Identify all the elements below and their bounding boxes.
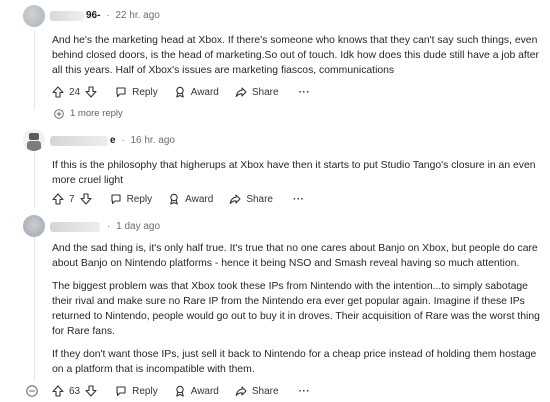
award-button[interactable]: Award	[168, 381, 225, 401]
share-icon	[235, 385, 247, 397]
more-options-icon: ···	[298, 385, 311, 397]
reply-icon	[110, 193, 122, 205]
upvote-icon[interactable]	[52, 193, 64, 205]
share-icon	[235, 86, 247, 98]
award-icon	[174, 86, 186, 98]
reply-icon	[115, 385, 127, 397]
downvote-icon[interactable]	[85, 385, 97, 397]
downvote-icon[interactable]	[85, 86, 97, 98]
comment: · 1 day ago And the sad thing is, it's o…	[0, 213, 550, 402]
meta-separator: ·	[106, 10, 110, 21]
reply-icon	[115, 86, 127, 98]
more-replies-label: 1 more reply	[70, 108, 123, 119]
more-replies-link[interactable]: 1 more reply	[54, 108, 123, 119]
reply-button[interactable]: Reply	[109, 82, 164, 102]
avatar[interactable]	[23, 215, 45, 237]
award-icon	[168, 193, 180, 205]
share-label: Share	[251, 385, 279, 397]
comment: e · 16 hr. ago If this is the philosophy…	[0, 126, 550, 216]
collapse-minus-icon	[26, 385, 38, 397]
share-button[interactable]: Share	[229, 381, 285, 401]
avatar[interactable]	[23, 129, 45, 151]
comment-body: And the sad thing is, it's only half tru…	[52, 241, 540, 385]
reply-label: Reply	[126, 193, 153, 205]
share-button[interactable]: Share	[223, 189, 279, 209]
award-icon	[174, 385, 186, 397]
collapse-thread-button[interactable]	[26, 381, 44, 401]
more-options-button[interactable]: ···	[287, 189, 311, 209]
award-label: Award	[185, 193, 214, 205]
share-label: Share	[246, 193, 273, 205]
vote-group: 63	[46, 381, 103, 401]
award-button[interactable]: Award	[162, 189, 219, 209]
vote-count: 7	[69, 193, 75, 205]
comment-actions: 24 Reply Award Share ···	[46, 82, 316, 102]
comment-paragraph: The biggest problem was that Xbox took t…	[52, 281, 540, 337]
comment: 96- · 22 hr. ago And he's the marketing …	[0, 0, 550, 119]
username-suffix[interactable]: 96-	[86, 10, 100, 21]
username-blurred[interactable]	[50, 11, 84, 21]
reply-label: Reply	[132, 86, 158, 98]
avatar[interactable]	[23, 5, 45, 27]
expand-plus-icon	[54, 108, 64, 119]
share-label: Share	[251, 86, 279, 98]
meta-separator: ·	[121, 135, 125, 146]
timestamp[interactable]: 16 hr. ago	[130, 135, 174, 146]
share-button[interactable]: Share	[229, 82, 285, 102]
reply-label: Reply	[132, 385, 158, 397]
vote-group: 7	[46, 189, 98, 209]
more-options-icon: ···	[298, 86, 311, 98]
vote-count: 63	[69, 385, 81, 397]
vote-group: 24	[46, 82, 103, 102]
more-options-icon: ···	[293, 193, 305, 205]
share-icon	[229, 193, 241, 205]
comment-meta: e · 16 hr. ago	[110, 135, 175, 146]
reply-button[interactable]: Reply	[109, 381, 164, 401]
comment-paragraph: If they don't want those IPs, just sell …	[52, 349, 537, 375]
comment-paragraph: If this is the philosophy that higherups…	[52, 160, 536, 186]
username-suffix[interactable]: e	[110, 135, 116, 146]
comment-meta: 96- · 22 hr. ago	[86, 10, 160, 21]
username-blurred[interactable]	[50, 136, 108, 146]
meta-separator: ·	[107, 221, 111, 232]
award-button[interactable]: Award	[168, 82, 225, 102]
award-label: Award	[190, 86, 219, 98]
more-options-button[interactable]: ···	[293, 82, 317, 102]
upvote-icon[interactable]	[52, 86, 64, 98]
comment-paragraph: And he's the marketing head at Xbox. If …	[52, 35, 539, 76]
timestamp[interactable]: 1 day ago	[116, 221, 160, 232]
comment-body: And he's the marketing head at Xbox. If …	[52, 33, 540, 86]
vote-count: 24	[69, 86, 81, 98]
downvote-icon[interactable]	[80, 193, 92, 205]
reply-button[interactable]: Reply	[104, 189, 159, 209]
avatar-figure	[29, 133, 39, 140]
username-blurred[interactable]	[50, 222, 100, 232]
timestamp[interactable]: 22 hr. ago	[115, 10, 159, 21]
comment-meta: · 1 day ago	[104, 221, 160, 232]
upvote-icon[interactable]	[52, 385, 64, 397]
avatar-figure	[27, 141, 41, 151]
comment-actions: 63 Reply Award Share ···	[26, 381, 316, 401]
more-options-button[interactable]: ···	[293, 381, 317, 401]
comment-paragraph: And the sad thing is, it's only half tru…	[52, 243, 538, 269]
comment-actions: 7 Reply Award Share ···	[46, 189, 311, 209]
award-label: Award	[190, 385, 219, 397]
